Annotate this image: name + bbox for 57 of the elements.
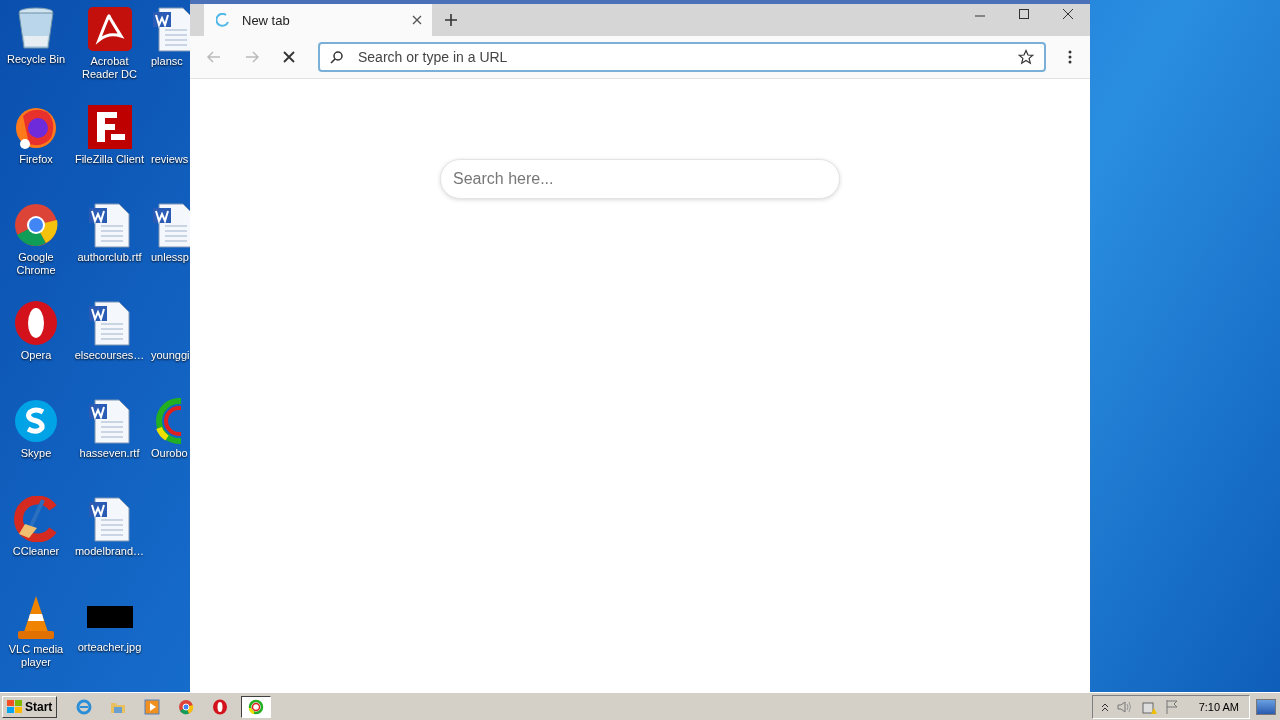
stop-icon[interactable] — [282, 50, 296, 64]
desktop-icon-label[interactable]: unlessp — [151, 251, 189, 264]
close-tab-icon[interactable] — [412, 15, 422, 25]
document-icon[interactable] — [86, 202, 133, 248]
desktop-icon-label[interactable]: Recycle Bin — [6, 53, 66, 66]
internet-explorer-icon — [76, 698, 93, 715]
flag-icon[interactable] — [1164, 698, 1179, 715]
show-hidden-icons[interactable] — [1100, 701, 1109, 712]
search-icon — [330, 50, 344, 64]
loading-spinner-icon — [216, 13, 230, 27]
traffic-cone-icon[interactable] — [16, 594, 56, 640]
taskbar-button[interactable] — [241, 695, 272, 718]
pdf-icon[interactable] — [86, 6, 133, 52]
skype-icon[interactable] — [13, 398, 59, 444]
document-icon[interactable] — [86, 300, 133, 346]
desktop-icon-label[interactable]: Skype — [20, 447, 52, 460]
chrome-icon[interactable] — [13, 202, 59, 248]
show-desktop-button[interactable] — [1256, 698, 1276, 715]
desktop-icon-label[interactable]: FileZilla Client — [74, 153, 145, 166]
clock[interactable]: 7:10 AM — [1198, 700, 1239, 713]
desktop-icon-label[interactable]: Google Chrome — [1, 251, 71, 277]
desktop-icon-label[interactable]: Ourobo — [151, 447, 188, 460]
search-field[interactable]: Search here... — [440, 159, 840, 199]
desktop-icon-label[interactable]: reviews — [151, 153, 189, 166]
filezilla-icon[interactable] — [86, 104, 133, 150]
address-bar[interactable]: Search or type in a URL — [318, 42, 1046, 72]
desktop-icon-label[interactable]: Opera — [20, 349, 52, 362]
windows-logo-icon — [7, 699, 23, 714]
desktop-icon-label[interactable]: hasseven.rtf — [79, 447, 140, 460]
desktop-icon-label[interactable]: younggi — [151, 349, 190, 362]
browser-tab[interactable]: New tab — [204, 4, 432, 36]
recycle-bin-icon[interactable] — [16, 6, 56, 50]
maximize-icon[interactable] — [1018, 8, 1030, 20]
ccleaner-icon[interactable] — [13, 496, 59, 542]
document-icon[interactable] — [151, 202, 190, 248]
image-thumbnail[interactable] — [86, 606, 133, 628]
desktop-icon-label[interactable]: Acrobat Reader DC — [74, 55, 145, 81]
desktop-icon-label[interactable]: CCleaner — [12, 545, 60, 558]
document-icon[interactable] — [86, 496, 133, 542]
desktop-icon-label[interactable]: authorclub.rtf — [77, 251, 142, 264]
document-icon[interactable] — [86, 398, 133, 444]
close-icon[interactable] — [1062, 8, 1074, 20]
star-icon[interactable] — [1018, 49, 1034, 65]
chrome-icon — [178, 698, 195, 715]
start-button[interactable]: Start — [2, 695, 58, 718]
document-icon[interactable] — [151, 6, 190, 52]
desktop-icon-label[interactable]: VLC media player — [1, 643, 71, 669]
new-tab-icon[interactable] — [444, 13, 458, 27]
opera-icon — [212, 698, 229, 715]
desktop-icon-label[interactable]: plansc — [151, 55, 183, 68]
desktop-icon-label[interactable]: orteacher.jpg — [77, 641, 142, 654]
desktop-icon-label[interactable]: modelbrand… — [74, 545, 145, 558]
media-player-icon — [144, 698, 161, 715]
desktop-icon-label[interactable]: Firefox — [19, 153, 53, 166]
opera-icon[interactable] — [13, 300, 59, 346]
desktop-icon-label[interactable]: elsecourses… — [74, 349, 145, 362]
menu-icon[interactable] — [1068, 50, 1072, 64]
